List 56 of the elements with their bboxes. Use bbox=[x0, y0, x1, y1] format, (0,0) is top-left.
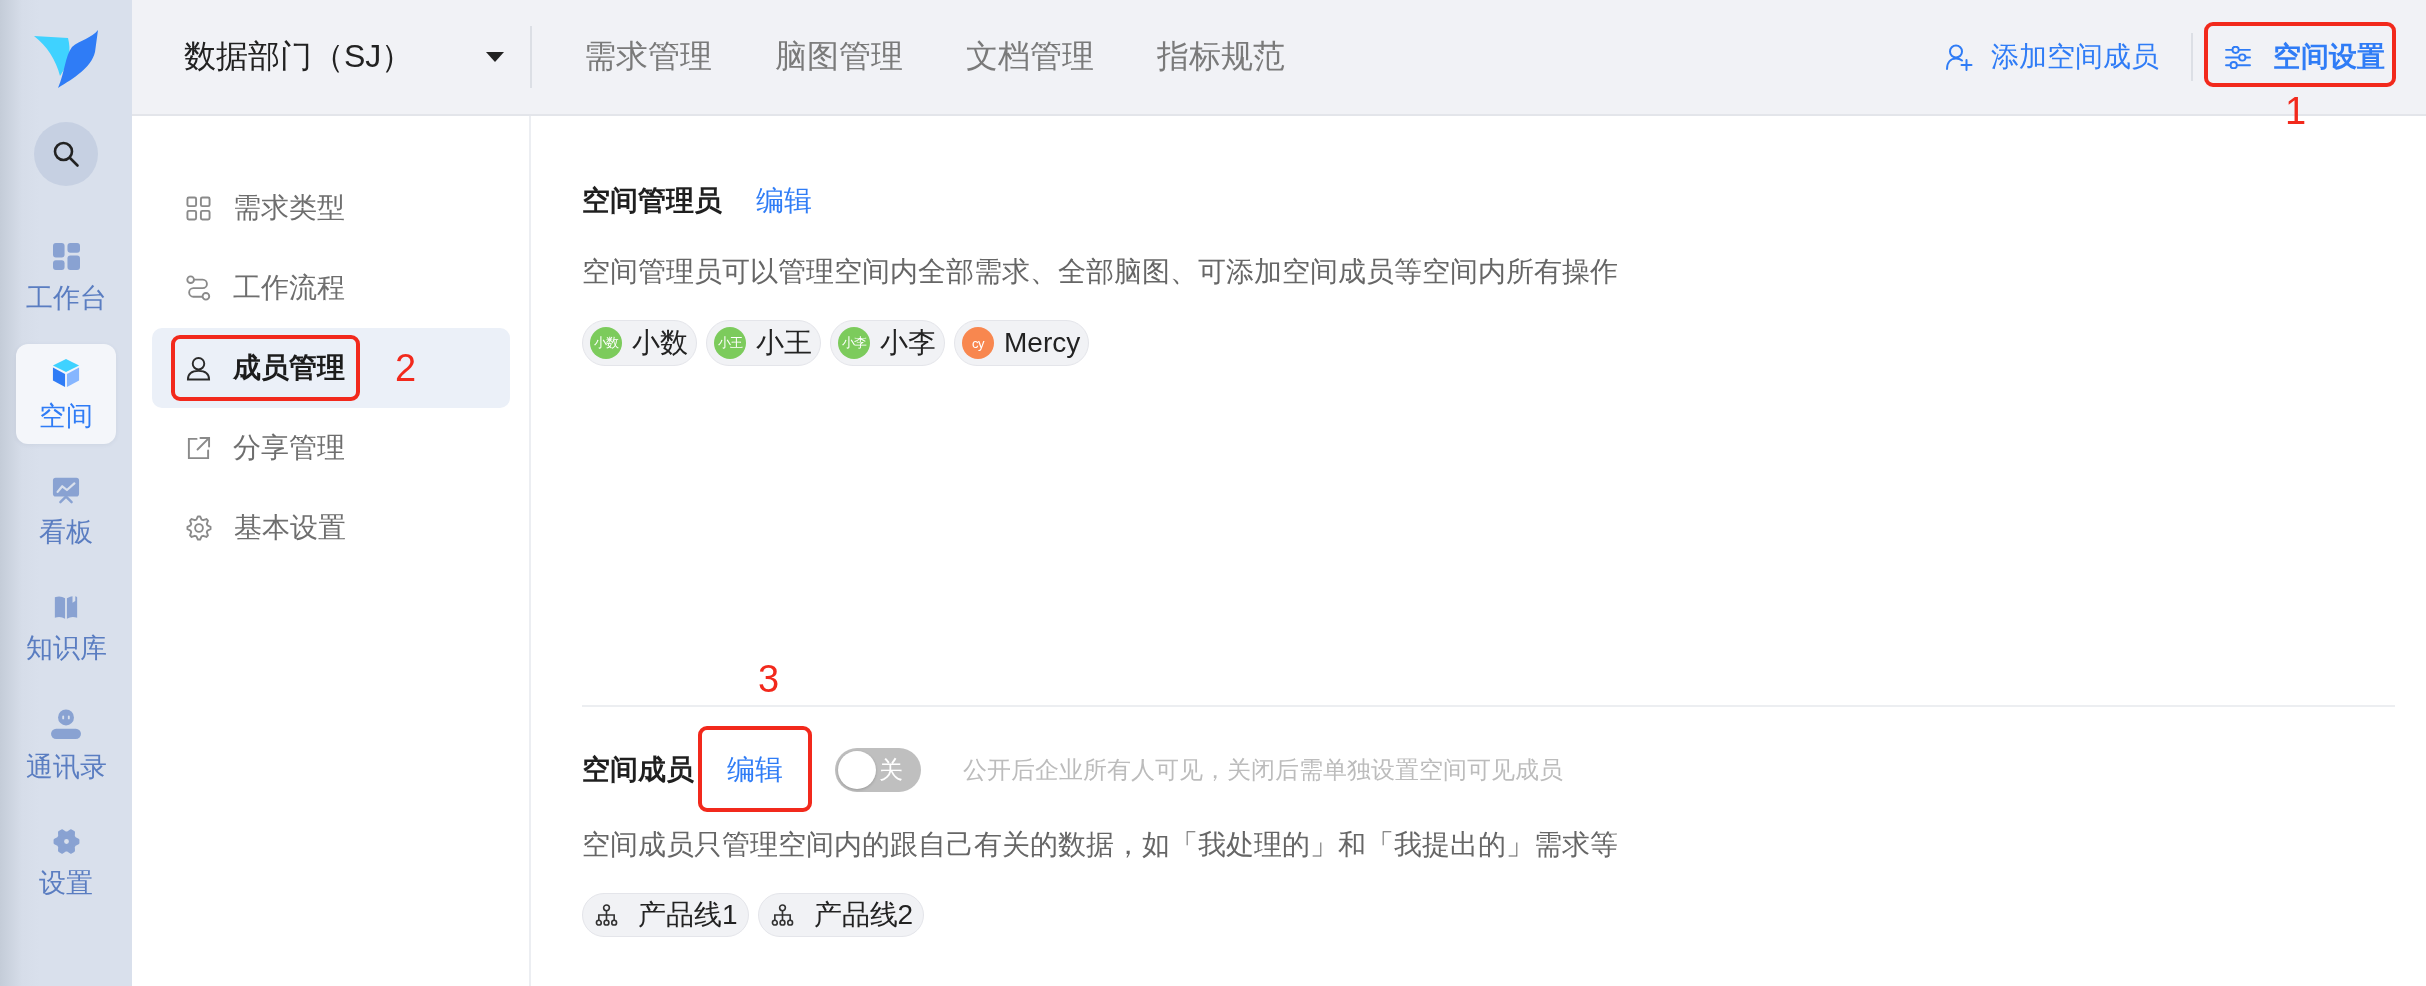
settings-nav-item[interactable]: 基本设置 bbox=[152, 488, 510, 568]
member-avatar: cy bbox=[962, 327, 994, 359]
annotation-number: 2 bbox=[395, 349, 417, 387]
sidebar-nav-item[interactable]: 工作台 bbox=[16, 227, 116, 327]
member-avatar: 小数 bbox=[590, 327, 622, 359]
member-name: 小王 bbox=[756, 326, 812, 360]
sliders-icon bbox=[2225, 45, 2251, 69]
chart-board-icon bbox=[52, 476, 80, 504]
settings-nav-item[interactable]: 分享管理 bbox=[152, 408, 510, 488]
settings-nav-item[interactable]: 工作流程 bbox=[152, 248, 510, 328]
group-name: 产品线1 bbox=[638, 898, 738, 932]
switch-knob bbox=[838, 751, 876, 789]
top-nav-tab[interactable]: 文档管理 bbox=[966, 27, 1094, 87]
person-icon bbox=[51, 709, 81, 739]
sidebar-nav-item[interactable]: 看板 bbox=[16, 461, 116, 561]
edit-link[interactable]: 编辑 bbox=[756, 181, 812, 221]
grid-icon bbox=[186, 195, 211, 221]
department-dropdown[interactable]: 数据部门（SJ） bbox=[132, 27, 530, 87]
top-nav-tab[interactable]: 指标规范 bbox=[1157, 27, 1285, 87]
sidebar-nav-item[interactable]: 通讯录 bbox=[16, 695, 116, 795]
edit-link[interactable]: 编辑 bbox=[727, 750, 783, 790]
section-description: 空间成员只管理空间内的跟自己有关的数据，如「我处理的」和「我提出的」需求等 bbox=[582, 828, 1619, 862]
top-nav-tab[interactable]: 需求管理 bbox=[584, 27, 712, 87]
space-settings-button[interactable]: 空间设置 bbox=[2225, 37, 2385, 77]
sidebar-nav-item[interactable]: 空间 bbox=[16, 344, 116, 444]
member-name: 小李 bbox=[880, 326, 936, 360]
sidebar-nav-item[interactable]: 知识库 bbox=[16, 578, 116, 678]
section-description: 空间管理员可以管理空间内全部需求、全部脑图、可添加空间成员等空间内所有操作 bbox=[582, 255, 1619, 289]
top-nav-tab[interactable]: 脑图管理 bbox=[775, 27, 903, 87]
member-avatar: 小李 bbox=[838, 327, 870, 359]
settings-nav-item[interactable]: 需求类型 bbox=[152, 168, 510, 248]
group-name: 产品线2 bbox=[813, 898, 914, 932]
annotation-number: 1 bbox=[2285, 92, 2307, 130]
section-title: 空间管理员 bbox=[582, 184, 722, 218]
search-icon bbox=[52, 140, 80, 168]
hierarchy-icon bbox=[770, 904, 794, 926]
member-name: Mercy bbox=[1004, 327, 1081, 359]
caret-icon bbox=[486, 52, 504, 62]
cube-icon bbox=[52, 358, 80, 388]
member-avatar: 小王 bbox=[714, 327, 746, 359]
sidebar-nav-item[interactable]: 设置 bbox=[16, 812, 116, 912]
flow-icon bbox=[186, 275, 211, 301]
hint-text: 公开后企业所有人可见，关闭后需单独设置空间可见成员 bbox=[963, 755, 1563, 785]
member-name: 小数 bbox=[632, 326, 688, 360]
section-title: 空间成员 bbox=[582, 753, 694, 787]
settings-icon bbox=[52, 827, 80, 855]
book-icon bbox=[53, 594, 79, 620]
user-icon bbox=[186, 355, 211, 381]
user-plus-icon bbox=[1945, 43, 1973, 71]
external-link-icon bbox=[186, 435, 211, 461]
add-member-button[interactable]: 添加空间成员 bbox=[1945, 37, 2159, 77]
hierarchy-icon bbox=[595, 904, 618, 926]
annotation-number: 3 bbox=[758, 660, 780, 698]
grid-icon bbox=[52, 242, 80, 270]
settings-icon bbox=[186, 515, 212, 541]
bird-logo-icon bbox=[34, 30, 98, 88]
